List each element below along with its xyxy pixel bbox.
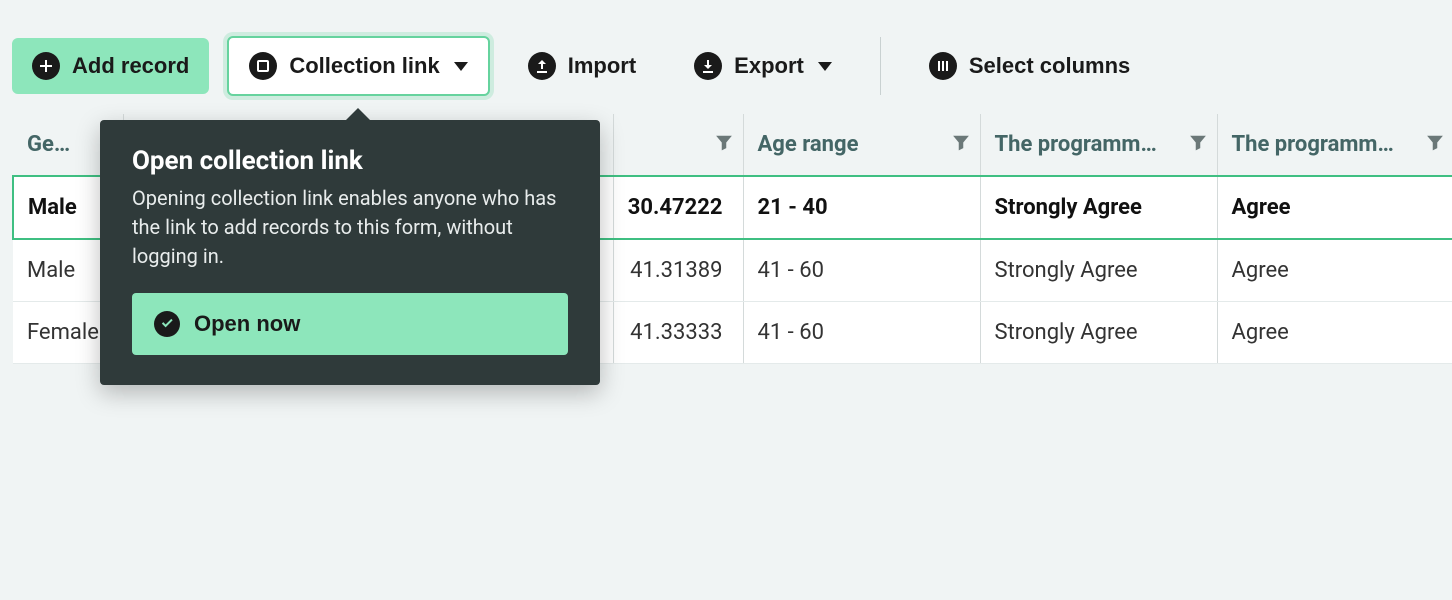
check-icon (154, 311, 180, 337)
cell-prog2: Agree (1217, 239, 1452, 302)
cell-prog1: Strongly Agree (980, 239, 1217, 302)
column-header-prog2[interactable]: The programm… (1217, 114, 1452, 176)
export-label: Export (734, 53, 804, 79)
cell-number: 41.33333 (613, 302, 743, 364)
filter-icon[interactable] (1189, 132, 1207, 157)
column-header-number[interactable] (613, 114, 743, 176)
filter-icon[interactable] (1426, 132, 1444, 157)
toolbar-divider (880, 37, 881, 95)
column-header-age[interactable]: Age range (743, 114, 980, 176)
popover-body: Opening collection link enables anyone w… (132, 184, 568, 271)
filter-icon[interactable] (715, 132, 733, 157)
cell-age: 41 - 60 (743, 302, 980, 364)
cell-number: 30.47222 (613, 176, 743, 239)
link-icon (249, 52, 277, 80)
columns-icon (929, 52, 957, 80)
select-columns-button[interactable]: Select columns (909, 38, 1150, 94)
cell-age: 41 - 60 (743, 239, 980, 302)
export-icon (694, 52, 722, 80)
cell-age: 21 - 40 (743, 176, 980, 239)
export-button[interactable]: Export (674, 38, 852, 94)
chevron-down-icon (454, 62, 468, 71)
add-record-label: Add record (72, 53, 189, 79)
cell-prog2: Agree (1217, 176, 1452, 239)
collection-link-button[interactable]: Collection link (227, 36, 489, 96)
add-record-button[interactable]: Add record (12, 38, 209, 94)
collection-link-popover: Open collection link Opening collection … (100, 120, 600, 385)
cell-prog2: Agree (1217, 302, 1452, 364)
column-header-prog1[interactable]: The programm… (980, 114, 1217, 176)
import-button[interactable]: Import (508, 38, 656, 94)
toolbar: Add record Collection link Import Export… (0, 0, 1452, 114)
import-label: Import (568, 53, 636, 79)
cell-prog1: Strongly Agree (980, 302, 1217, 364)
collection-link-label: Collection link (289, 53, 439, 79)
filter-icon[interactable] (952, 132, 970, 157)
chevron-down-icon (818, 62, 832, 71)
cell-prog1: Strongly Agree (980, 176, 1217, 239)
import-icon (528, 52, 556, 80)
plus-icon (32, 52, 60, 80)
open-now-label: Open now (194, 311, 300, 337)
select-columns-label: Select columns (969, 53, 1130, 79)
cell-number: 41.31389 (613, 239, 743, 302)
open-now-button[interactable]: Open now (132, 293, 568, 355)
popover-title: Open collection link (132, 146, 568, 176)
